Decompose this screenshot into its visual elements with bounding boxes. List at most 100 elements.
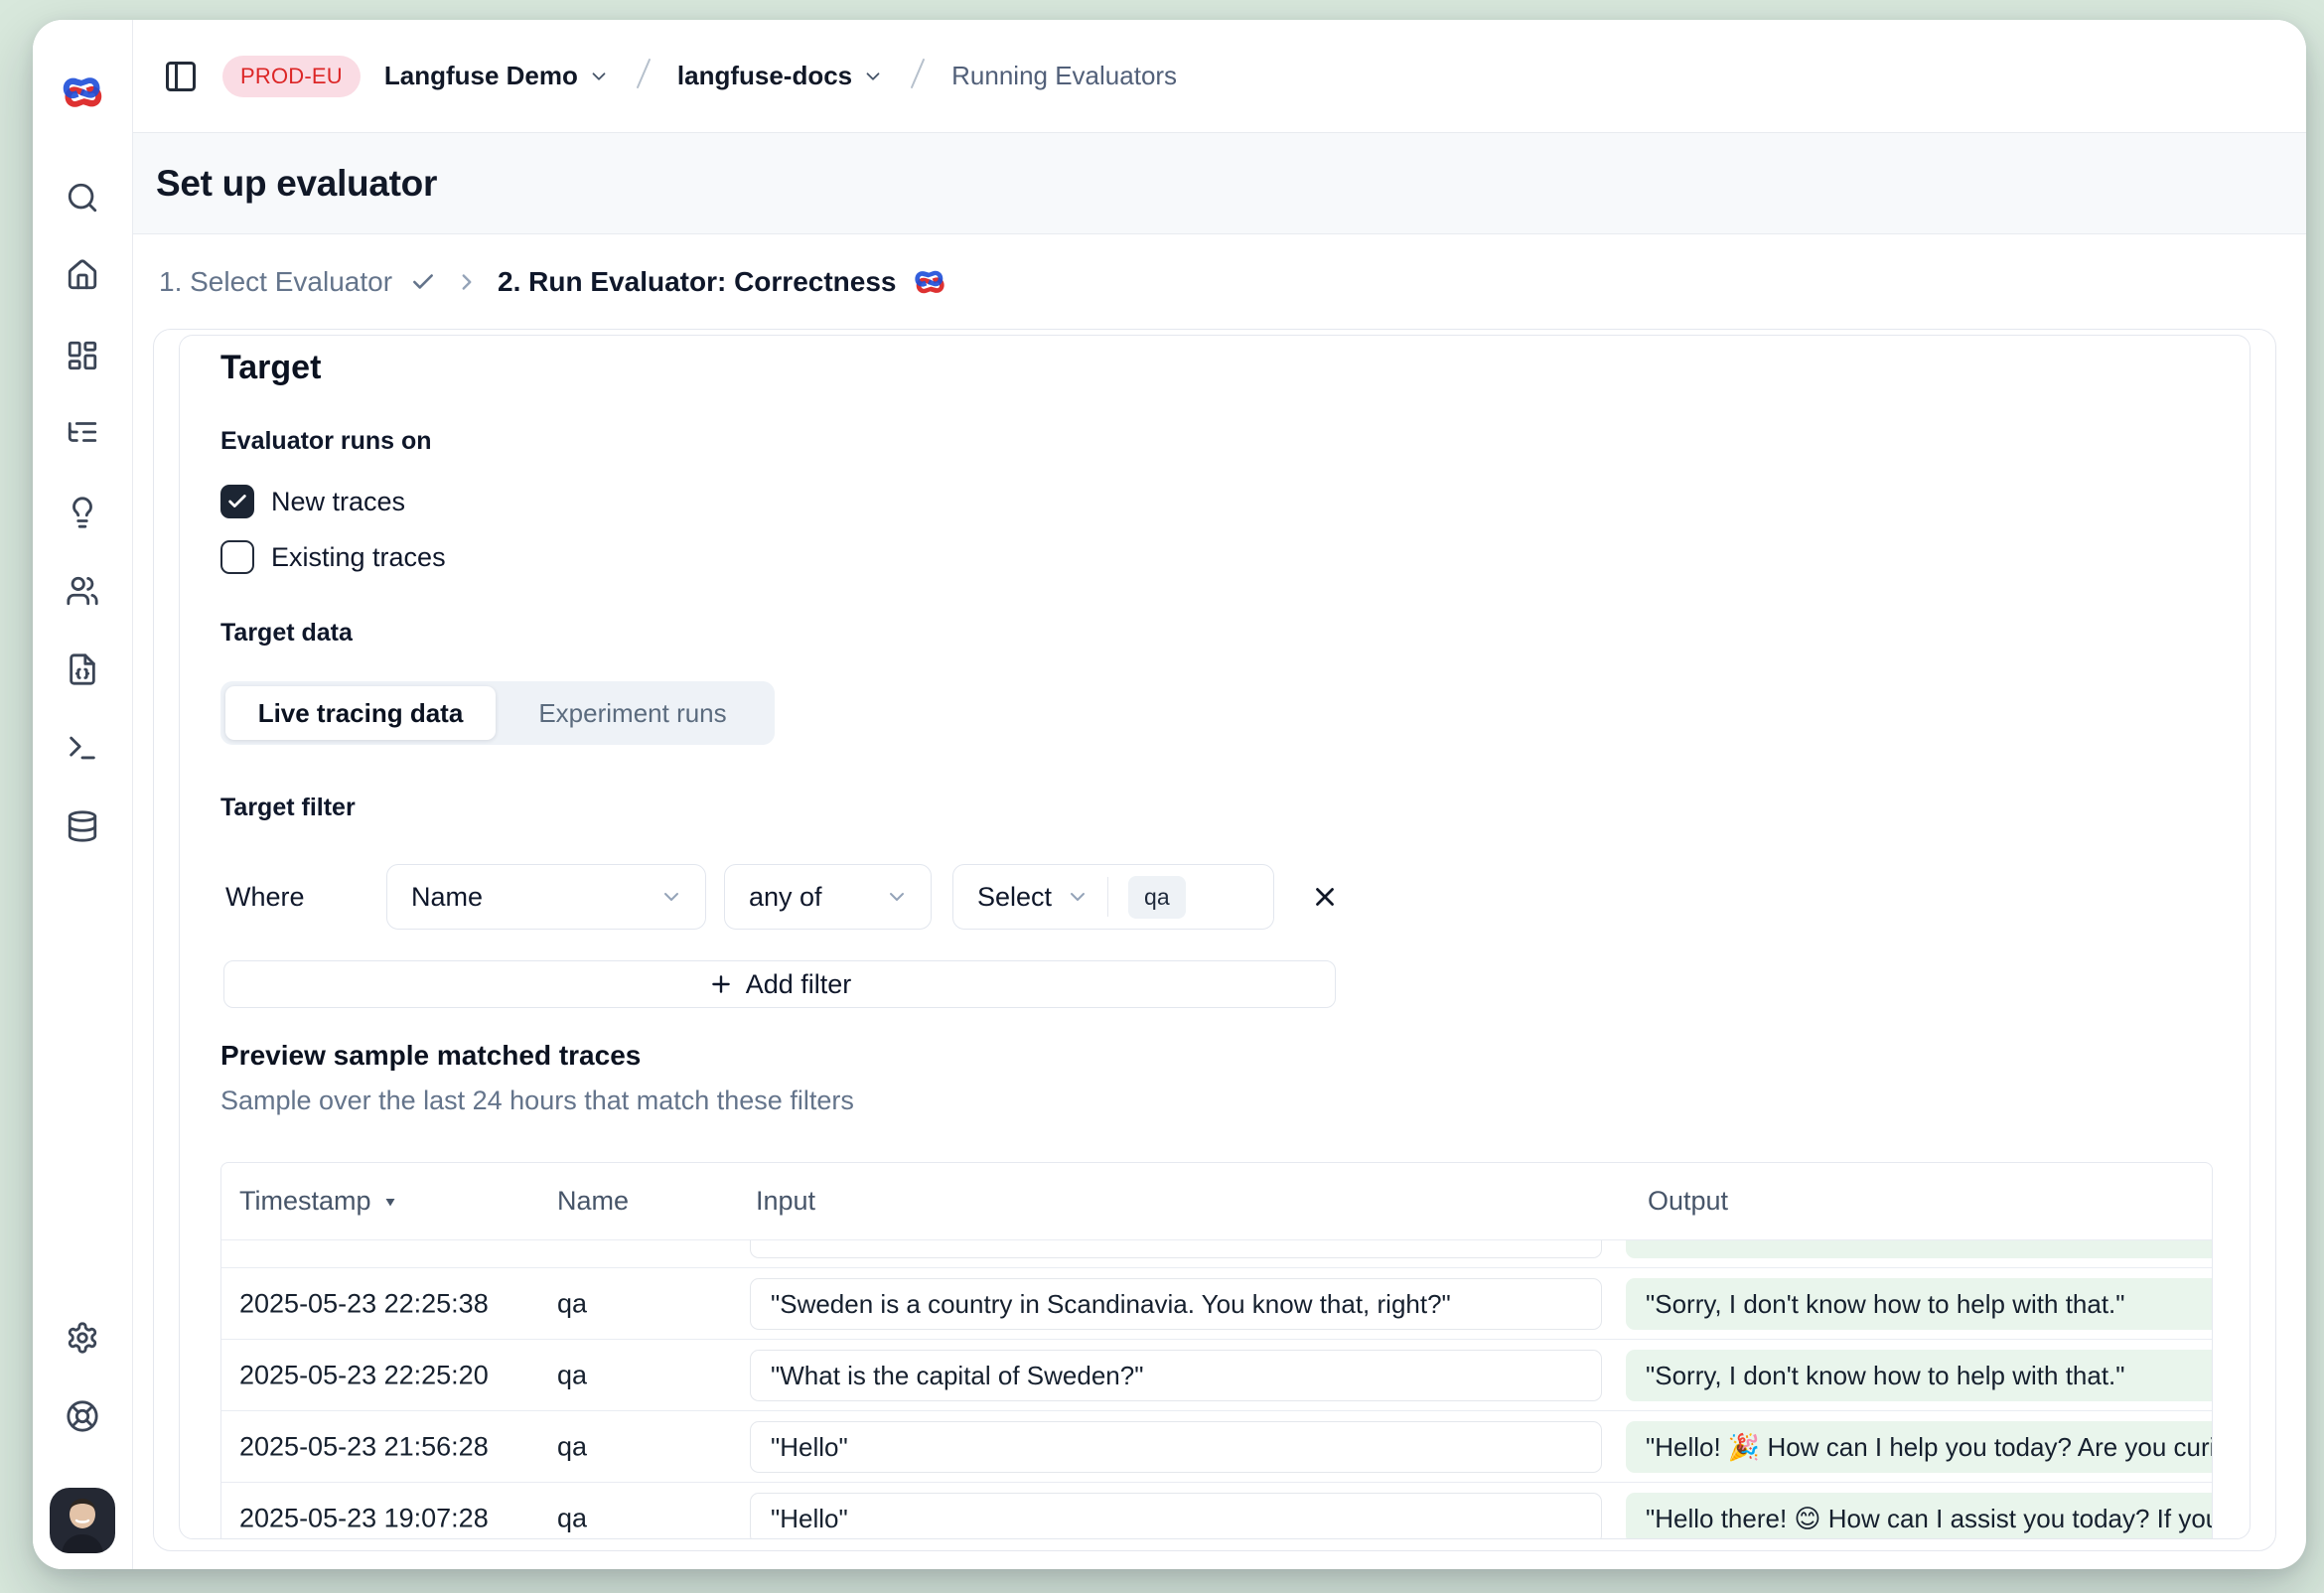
top-navbar: PROD-EU Langfuse Demo langfuse-docs Runn…	[133, 20, 2306, 133]
panel-left-toggle-icon[interactable]	[163, 59, 199, 94]
input-cell: "What is the capital of Sweden?"	[750, 1350, 1602, 1401]
input-text: "Hello"	[771, 1504, 848, 1534]
tracing-tree-icon[interactable]	[60, 409, 105, 455]
step-1-select-evaluator[interactable]: 1. Select Evaluator	[159, 266, 392, 298]
output-cell: "Sorry, I don't know how to help with th…	[1626, 1278, 2212, 1330]
checkbox-unchecked-icon[interactable]	[220, 540, 254, 574]
breadcrumb-slash-icon	[634, 57, 654, 95]
input-text: "Sweden is a country in Scandinavia. You…	[771, 1289, 1451, 1320]
output-text: "Hello! 🎉 How can I help you today? Are …	[1646, 1432, 2212, 1463]
column-header-input[interactable]: Input	[756, 1163, 815, 1239]
evaluation-lightbulb-icon[interactable]	[60, 490, 105, 535]
timestamp-cell: 2025-05-23 22:25:38	[239, 1288, 489, 1319]
preview-traces-table: Timestamp Name Input Output	[220, 1162, 2213, 1539]
filter-where-label: Where	[225, 864, 305, 930]
filter-builder-row: Where Name any of Select	[220, 864, 1611, 930]
search-icon[interactable]	[60, 175, 105, 220]
input-cell: "Sweden is a country in Scandinavia. You…	[750, 1278, 1602, 1330]
chevron-down-icon	[588, 66, 610, 87]
table-row[interactable]: 2025-05-23 19:07:28 qa "Hello" "Hello th…	[221, 1482, 2212, 1539]
input-cell: "Hello"	[750, 1493, 1602, 1539]
chevron-down-icon	[1066, 885, 1089, 909]
checkbox-existing-traces-label: Existing traces	[271, 542, 446, 573]
main-area: PROD-EU Langfuse Demo langfuse-docs Runn…	[133, 20, 2306, 1569]
home-icon[interactable]	[60, 252, 105, 298]
timestamp-cell: 2025-05-23 22:25:20	[239, 1360, 489, 1390]
chevron-down-icon	[885, 885, 909, 909]
filter-column-select[interactable]: Name	[386, 864, 706, 930]
name-cell: qa	[557, 1503, 587, 1533]
column-header-timestamp[interactable]: Timestamp	[239, 1163, 399, 1239]
output-cell: "Hello! 🎉 How can I help you today? Are …	[1626, 1421, 2212, 1473]
x-close-icon	[1310, 882, 1340, 912]
name-cell: qa	[557, 1431, 587, 1462]
table-row[interactable]: 2025-05-23 21:56:28 qa "Hello" "Hello! 🎉…	[221, 1410, 2212, 1482]
target-data-label: Target data	[220, 619, 353, 648]
project-selector[interactable]: langfuse-docs	[677, 61, 884, 91]
table-row-partial[interactable]	[221, 1239, 2212, 1267]
environment-badge[interactable]: PROD-EU	[222, 56, 361, 97]
target-filter-label: Target filter	[220, 794, 356, 822]
file-code-icon[interactable]	[60, 647, 105, 692]
page-header: Set up evaluator	[133, 133, 2306, 234]
checkbox-new-traces[interactable]: New traces	[220, 482, 405, 521]
runs-on-label: Evaluator runs on	[220, 427, 432, 456]
column-header-name[interactable]: Name	[557, 1163, 629, 1239]
timestamp-cell: 2025-05-23 19:07:28	[239, 1503, 489, 1533]
breadcrumb-slash-icon	[908, 57, 928, 95]
filter-operator-select[interactable]: any of	[724, 864, 932, 930]
input-cell	[750, 1239, 1602, 1258]
project-name: langfuse-docs	[677, 61, 852, 91]
timestamp-cell: 2025-05-23 21:56:28	[239, 1431, 489, 1462]
plus-icon	[708, 971, 734, 997]
checkbox-existing-traces[interactable]: Existing traces	[220, 537, 446, 577]
sort-desc-icon	[381, 1193, 399, 1211]
terminal-icon[interactable]	[60, 725, 105, 771]
segment-experiment-runs[interactable]: Experiment runs	[496, 698, 770, 729]
output-cell: "Sorry, I don't know how to help with th…	[1626, 1350, 2212, 1401]
input-text: "Hello"	[771, 1432, 848, 1463]
chevron-down-icon	[659, 885, 683, 909]
user-avatar[interactable]	[50, 1488, 115, 1553]
divider	[1107, 877, 1108, 917]
support-lifebuoy-icon[interactable]	[60, 1393, 105, 1439]
settings-gear-icon[interactable]	[60, 1315, 105, 1361]
target-form-card: Target Evaluator runs on New traces Exis…	[179, 335, 2251, 1539]
input-cell: "Hello"	[750, 1421, 1602, 1473]
add-filter-button[interactable]: Add filter	[223, 960, 1336, 1008]
filter-column-value: Name	[411, 882, 483, 913]
filter-value-tag[interactable]: qa	[1128, 876, 1186, 919]
target-heading: Target	[220, 349, 321, 387]
filter-value-placeholder: Select	[977, 882, 1052, 913]
column-label: Timestamp	[239, 1186, 371, 1217]
filter-value-select[interactable]: Select qa	[952, 864, 1274, 930]
step-2-run-evaluator[interactable]: 2. Run Evaluator: Correctness	[498, 266, 896, 298]
column-label: Output	[1648, 1186, 1728, 1217]
dashboards-icon[interactable]	[60, 333, 105, 378]
users-icon[interactable]	[60, 568, 105, 614]
langfuse-knot-icon	[914, 266, 945, 298]
table-header-row: Timestamp Name Input Output	[221, 1163, 2212, 1239]
filter-operator-value: any of	[749, 882, 822, 913]
org-selector[interactable]: Langfuse Demo	[384, 61, 610, 91]
table-row[interactable]: 2025-05-23 22:25:20 qa "What is the capi…	[221, 1339, 2212, 1410]
output-text: "Hello there! 😊 How can I assist you tod…	[1646, 1504, 2212, 1534]
target-data-segmented-control: Live tracing data Experiment runs	[220, 681, 775, 745]
database-icon[interactable]	[60, 803, 105, 849]
checkbox-checked-icon[interactable]	[220, 485, 254, 518]
column-label: Name	[557, 1186, 629, 1217]
screen: PROD-EU Langfuse Demo langfuse-docs Runn…	[0, 0, 2324, 1593]
langfuse-logo-icon[interactable]	[60, 70, 105, 115]
add-filter-label: Add filter	[746, 969, 852, 1000]
table-row[interactable]: 2025-05-23 22:25:38 qa "Sweden is a coun…	[221, 1267, 2212, 1339]
page-title: Set up evaluator	[156, 163, 437, 205]
remove-filter-button[interactable]	[1307, 879, 1343, 915]
output-text: "Sorry, I don't know how to help with th…	[1646, 1361, 2125, 1391]
check-icon	[410, 269, 436, 295]
segment-live-tracing[interactable]: Live tracing data	[225, 686, 496, 740]
output-cell: "Hello there! 😊 How can I assist you tod…	[1626, 1493, 2212, 1539]
column-header-output[interactable]: Output	[1648, 1163, 1728, 1239]
org-name: Langfuse Demo	[384, 61, 578, 91]
name-cell: qa	[557, 1360, 587, 1390]
column-label: Input	[756, 1186, 815, 1217]
